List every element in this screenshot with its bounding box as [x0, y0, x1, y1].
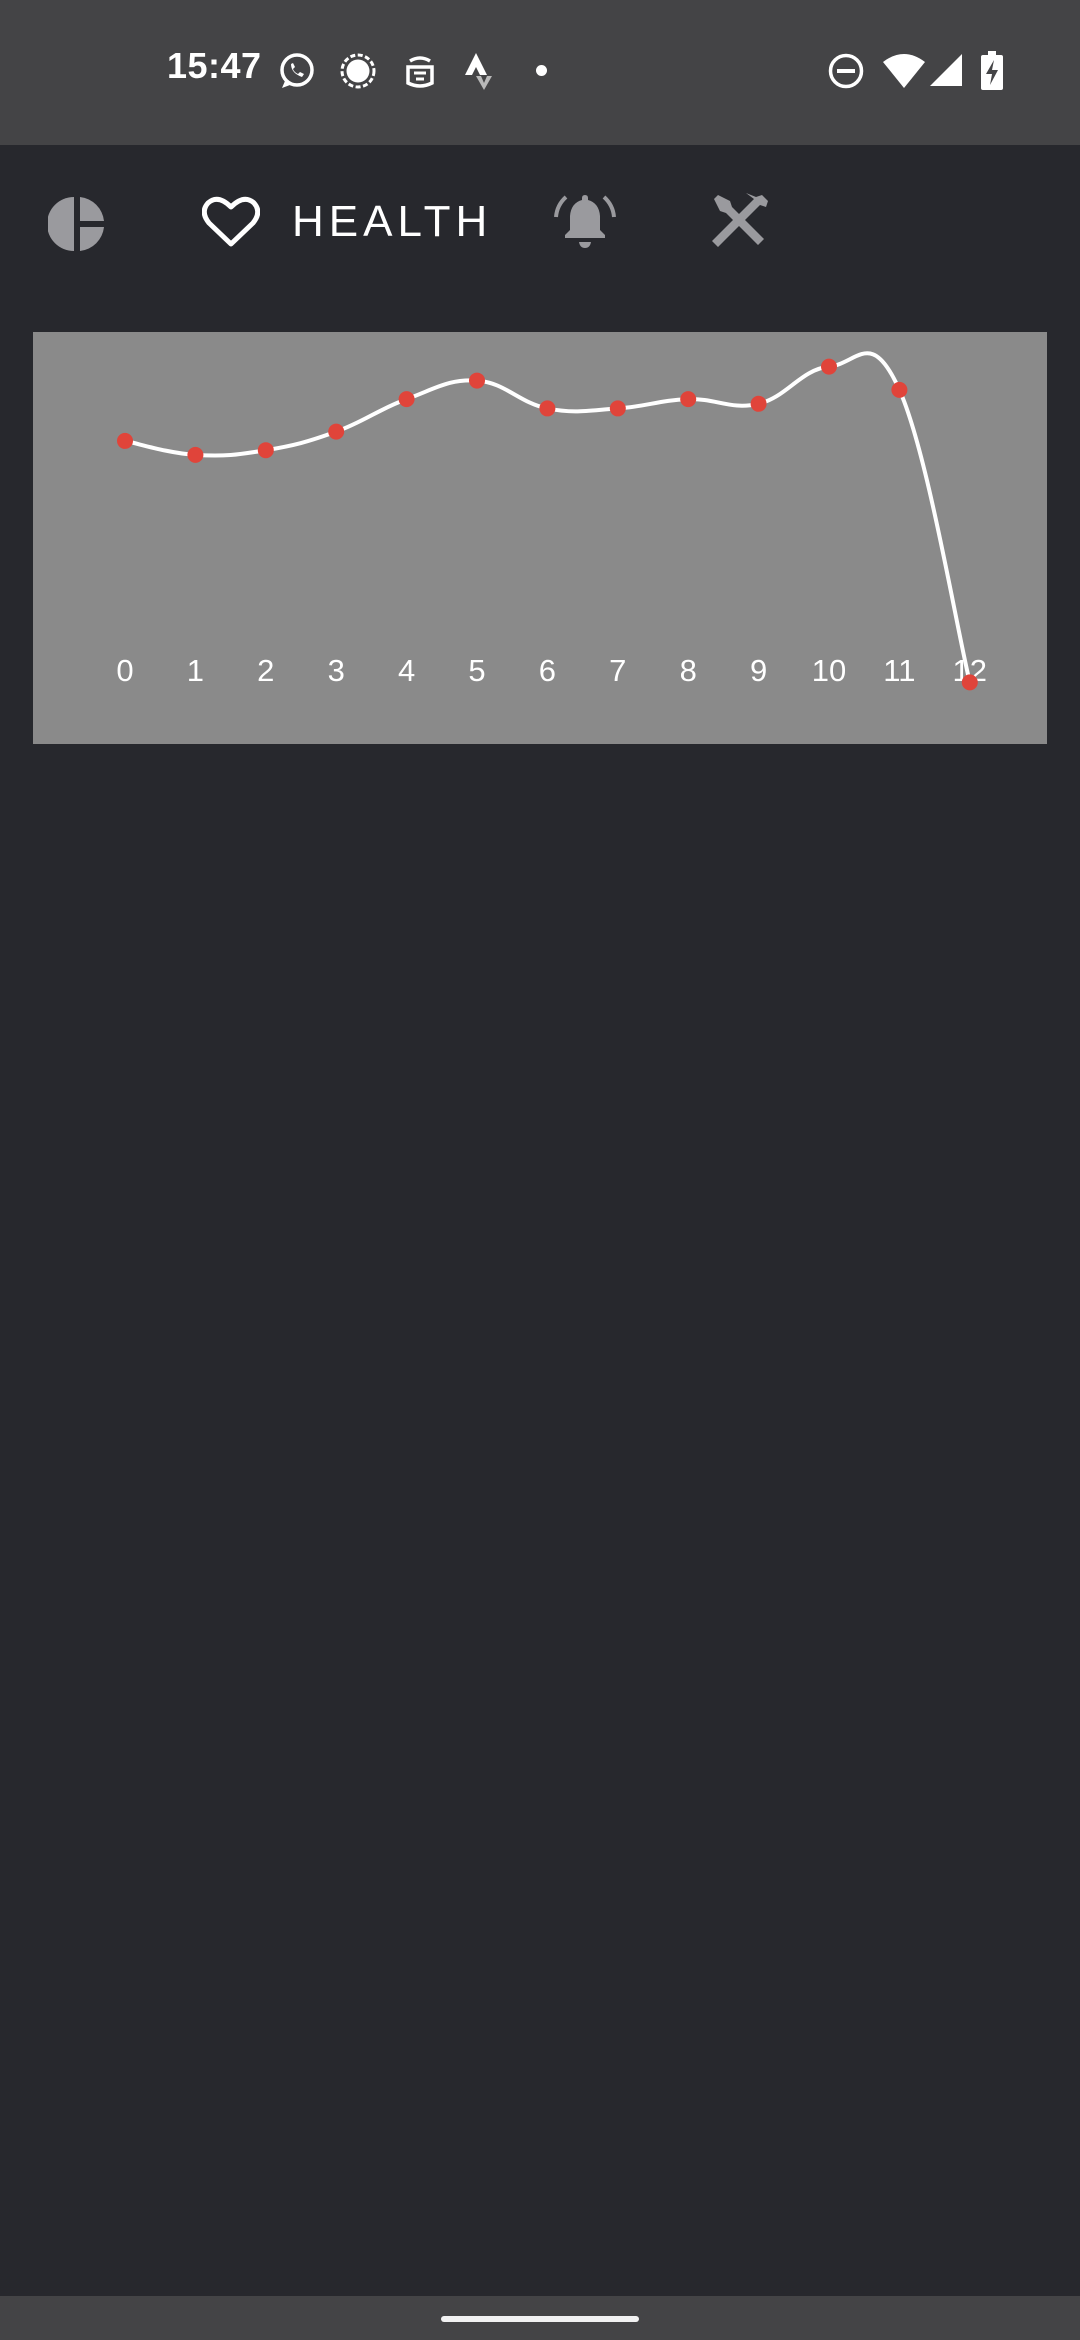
x-tick-label: 8 — [680, 653, 697, 688]
tab-alarms[interactable] — [554, 189, 616, 253]
battery-charging-icon — [981, 51, 1003, 90]
tab-health-label: HEALTH — [292, 197, 493, 246]
x-tick-label: 4 — [398, 653, 415, 688]
whatsapp-icon — [280, 53, 314, 88]
data-point[interactable] — [328, 423, 345, 440]
data-point[interactable] — [609, 400, 626, 417]
data-point[interactable] — [187, 446, 204, 463]
signal-icon — [340, 53, 376, 89]
status-time: 15:47 — [167, 45, 262, 86]
x-tick-label: 10 — [812, 653, 846, 688]
pie-chart-icon — [48, 197, 104, 251]
status-bar: 15:47 — [0, 0, 1080, 145]
more-dot-icon — [536, 65, 547, 76]
x-tick-label: 5 — [468, 653, 485, 688]
tab-health[interactable]: HEALTH — [202, 195, 492, 249]
tab-stats[interactable] — [48, 195, 106, 253]
x-tick-label: 9 — [750, 653, 767, 688]
data-point[interactable] — [680, 391, 697, 408]
notification-app-icon — [406, 56, 434, 88]
x-tick-label: 7 — [609, 653, 626, 688]
wifi-icon — [883, 54, 925, 88]
data-point[interactable] — [891, 381, 908, 398]
chart-svg: 0 1 2 3 4 5 6 7 8 9 10 11 12 — [116, 351, 987, 691]
data-point[interactable] — [257, 442, 274, 459]
x-tick-label: 11 — [883, 653, 915, 688]
strava-icon — [465, 53, 492, 90]
x-tick-label: 2 — [257, 653, 274, 688]
heart-rate-chart: 0 1 2 3 4 5 6 7 8 9 10 11 12 — [33, 332, 1047, 744]
data-point[interactable] — [117, 432, 133, 449]
home-gesture-handle[interactable] — [441, 2316, 639, 2322]
x-tick-label: 3 — [328, 653, 345, 688]
data-point[interactable] — [821, 358, 837, 375]
alarm-bell-icon — [554, 195, 616, 248]
tab-bar: HEALTH — [0, 145, 1080, 300]
data-point[interactable] — [469, 372, 485, 389]
do-not-disturb-icon — [828, 53, 864, 89]
data-point[interactable] — [539, 400, 556, 417]
heart-icon — [202, 196, 260, 247]
x-tick-label: 6 — [539, 653, 556, 688]
x-tick-label: 1 — [187, 653, 204, 688]
data-point[interactable] — [750, 395, 767, 412]
x-tick-label: 0 — [116, 653, 133, 688]
data-point[interactable] — [961, 674, 978, 691]
tools-icon — [712, 193, 768, 247]
cell-signal-icon — [930, 54, 962, 86]
data-point[interactable] — [398, 391, 415, 408]
tab-tools[interactable] — [710, 191, 770, 251]
